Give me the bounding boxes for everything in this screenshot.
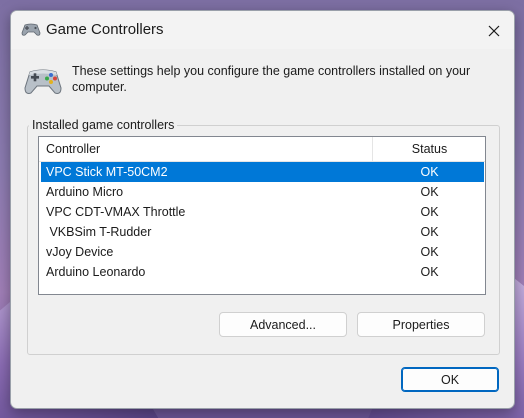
game-controllers-dialog: Game Controllers These settings help you… <box>10 10 515 409</box>
title-bar[interactable]: Game Controllers <box>11 11 514 49</box>
gamepad-icon <box>21 23 41 37</box>
table-row[interactable]: VPC CDT-VMAX Throttle OK <box>41 202 484 222</box>
controller-name: VPC Stick MT-50CM2 <box>46 165 168 179</box>
controller-status: OK <box>420 245 439 259</box>
controller-status: OK <box>420 205 439 219</box>
table-row[interactable]: Arduino Micro OK <box>41 182 484 202</box>
table-row[interactable]: vJoy Device OK <box>41 242 484 262</box>
gamepad-icon <box>24 64 62 98</box>
controller-status: OK <box>420 165 439 179</box>
close-icon <box>488 25 500 37</box>
controller-name: VKBSim T-Rudder <box>46 225 152 239</box>
list-header: Controller Status <box>39 137 485 162</box>
controller-name: VPC CDT-VMAX Throttle <box>46 205 186 219</box>
controller-status: OK <box>420 225 439 239</box>
table-row[interactable]: Arduino Leonardo OK <box>41 262 484 282</box>
window-title: Game Controllers <box>46 21 164 38</box>
controller-status: OK <box>420 265 439 279</box>
controller-status: OK <box>420 185 439 199</box>
table-row[interactable]: VPC Stick MT-50CM2 OK <box>41 162 484 182</box>
close-button[interactable] <box>482 19 506 43</box>
column-header-controller[interactable]: Controller <box>39 137 373 161</box>
controllers-list[interactable]: Controller Status VPC Stick MT-50CM2 OK … <box>38 136 486 295</box>
table-row[interactable]: VKBSim T-Rudder OK <box>41 222 484 242</box>
group-label: Installed game controllers <box>29 118 178 132</box>
properties-button[interactable]: Properties <box>357 312 485 337</box>
column-header-status[interactable]: Status <box>374 137 485 161</box>
controller-name: Arduino Micro <box>46 185 124 199</box>
ok-button[interactable]: OK <box>401 367 499 392</box>
controller-name: vJoy Device <box>46 245 114 259</box>
controller-name: Arduino Leonardo <box>46 265 146 279</box>
description-text: These settings help you configure the ga… <box>72 64 471 94</box>
advanced-button[interactable]: Advanced... <box>219 312 347 337</box>
